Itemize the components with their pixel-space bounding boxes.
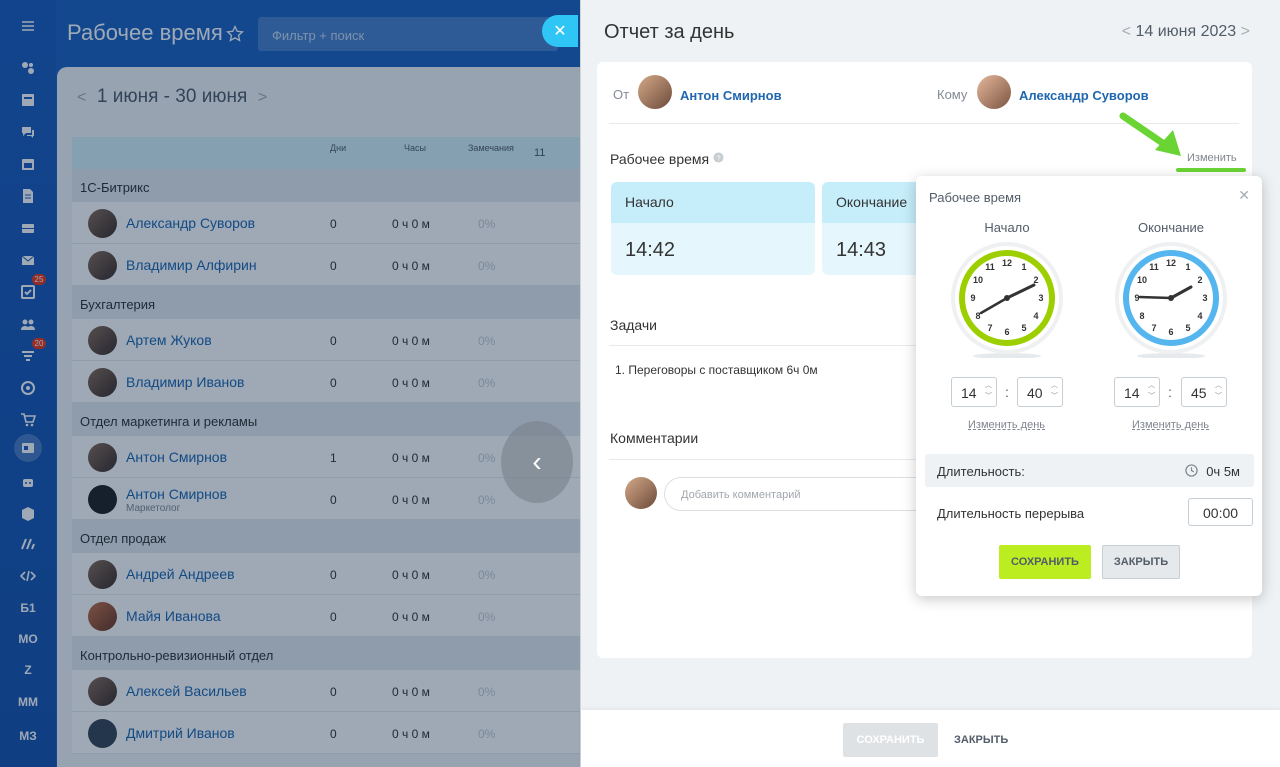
footer-close-button[interactable]: ЗАКРЫТЬ [954,734,1008,746]
help-icon[interactable]: ? [713,152,724,163]
svg-text:9: 9 [970,293,975,303]
end-clock-label: Окончание [1137,220,1205,235]
svg-text:5: 5 [1185,323,1190,333]
svg-text:7: 7 [987,323,992,333]
svg-text:5: 5 [1021,323,1026,333]
popup-title: Рабочее время [929,190,1022,205]
popup-close-icon[interactable]: ✕ [1238,187,1250,204]
slider-title: Отчет за день [604,21,735,43]
to-label: Кому [937,87,968,102]
clock-icon [1185,464,1198,477]
end-clock-icon[interactable]: 12 1234567891011 [1113,242,1229,358]
stepper-icon[interactable]: ︿ ﹀ [1148,380,1155,402]
annotation-underline [1176,168,1246,172]
svg-text:3: 3 [1202,293,1207,303]
modal-overlay[interactable] [0,0,580,767]
duration-label: Длительность: [937,464,1025,479]
svg-text:2: 2 [1033,275,1038,285]
stepper-icon[interactable]: ︿ ﹀ [985,380,992,402]
duration-row: Длительность: 0ч 5м [925,454,1254,487]
prev-day-icon[interactable]: < [1122,23,1131,40]
start-label: Начало [611,182,815,223]
svg-text:3: 3 [1038,293,1043,303]
svg-text:?: ? [716,153,720,162]
divider [609,345,919,346]
svg-text:4: 4 [1033,311,1038,321]
close-icon: ✕ [553,23,567,40]
svg-text:2: 2 [1197,275,1202,285]
time-separator: : [1005,384,1009,400]
slider-footer: СОХРАНИТЬ ЗАКРЫТЬ [581,710,1280,767]
end-change-day-link[interactable]: Изменить день [1132,419,1209,431]
scroll-left-button[interactable]: ‹ [501,421,573,503]
start-value: 14:42 [625,239,676,261]
svg-text:11: 11 [985,262,995,272]
end-minute-input[interactable]: 45 ︿ ﹀ [1181,377,1227,407]
work-time-popup: Рабочее время ✕ Начало Окончание 12 1 2 3 4 5… [916,176,1262,596]
svg-text:6: 6 [1168,327,1173,337]
time-separator: : [1168,384,1172,400]
start-clock-icon[interactable]: 12 1234567891011 [949,242,1065,358]
svg-text:10: 10 [973,275,983,285]
chevron-left-icon: ‹ [532,446,542,477]
svg-text:12: 12 [1002,258,1012,268]
svg-text:8: 8 [1139,311,1144,321]
svg-text:1: 1 [1021,262,1026,272]
next-day-icon[interactable]: > [1241,23,1250,40]
footer-save-button[interactable]: СОХРАНИТЬ [843,723,938,757]
avatar [977,75,1011,109]
comments-label: Комментарии [610,430,699,446]
break-input[interactable]: 00:00 [1188,498,1253,526]
start-hour-input[interactable]: 14 ︿ ﹀ [951,377,997,407]
duration-value: 0ч 5м [1206,464,1240,479]
svg-text:1: 1 [1185,262,1190,272]
work-time-label: Рабочее время [610,151,710,167]
avatar [625,477,657,509]
task-item[interactable]: 1. Переговоры с поставщиком 6ч 0м [615,363,818,377]
save-button[interactable]: СОХРАНИТЬ [999,545,1091,579]
svg-text:8: 8 [975,311,980,321]
start-time-box: Начало 14:42 [611,182,815,275]
stepper-icon[interactable]: ︿ ﹀ [1215,380,1222,402]
stepper-icon[interactable]: ︿ ﹀ [1051,380,1058,402]
from-name[interactable]: Антон Смирнов [680,88,782,103]
svg-text:4: 4 [1197,311,1202,321]
annotation-arrow-icon [1119,112,1181,156]
end-hour-input[interactable]: 14 ︿ ﹀ [1114,377,1160,407]
svg-text:12: 12 [1166,258,1176,268]
tasks-label: Задачи [610,317,658,333]
comment-input[interactable]: Добавить комментарий [664,477,944,511]
close-button[interactable]: ЗАКРЫТЬ [1102,545,1180,579]
start-minute-input[interactable]: 40 ︿ ﹀ [1017,377,1063,407]
svg-text:10: 10 [1137,275,1147,285]
svg-text:6: 6 [1004,327,1009,337]
start-change-day-link[interactable]: Изменить день [968,419,1045,431]
break-label: Длительность перерыва [937,506,1085,521]
svg-text:9: 9 [1134,293,1139,303]
divider [609,459,919,460]
svg-text:7: 7 [1151,323,1156,333]
avatar [638,75,672,109]
to-name[interactable]: Александр Суворов [1019,88,1149,103]
date-nav: < 14 июня 2023 > [1122,23,1250,41]
svg-text:11: 11 [1149,262,1159,272]
start-clock-label: Начало [984,220,1030,235]
close-slider-button[interactable]: ✕ [542,15,578,47]
report-date: 14 июня 2023 [1135,23,1237,40]
from-label: От [613,87,630,102]
